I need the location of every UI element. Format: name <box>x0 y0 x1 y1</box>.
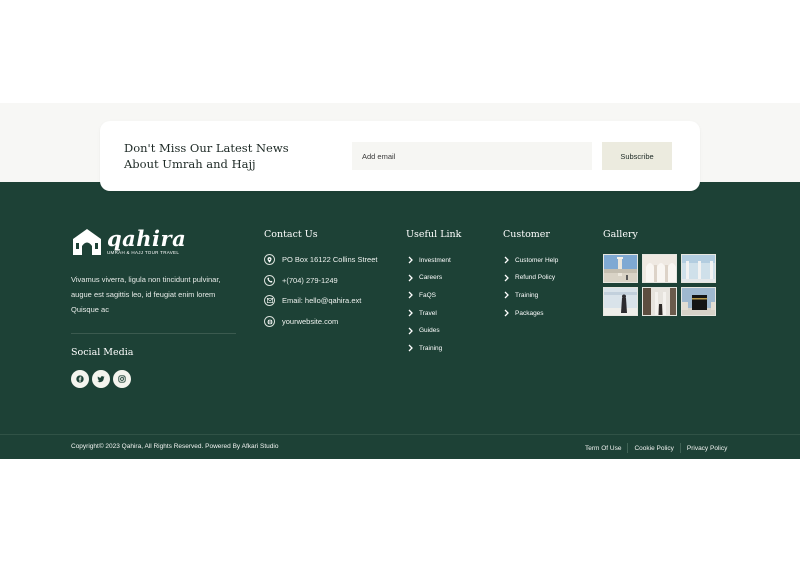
pilgrim-walking-photo <box>604 288 637 315</box>
logo-text: qahira UMRAH & HAJJ TOUR TRAVEL <box>107 225 187 255</box>
logo-name: qahira <box>107 225 187 251</box>
gallery-image-5[interactable] <box>642 287 677 316</box>
courtyard-columns-photo <box>682 255 715 282</box>
copyright-text: Copyright© 2023 Qahira, All Rights Reser… <box>71 443 279 450</box>
chevron-right-icon <box>504 291 509 299</box>
email-input[interactable] <box>352 142 592 170</box>
instagram-link[interactable] <box>113 370 131 388</box>
contact-email-text: Email: hello@qahira.ext <box>282 296 362 306</box>
gallery-grid <box>603 254 716 316</box>
separator <box>627 443 629 453</box>
email-icon <box>266 298 273 304</box>
contact-list: PO Box 16122 Collins Street +(704) 279-1… <box>264 253 377 336</box>
link-refund-policy[interactable]: Refund Policy <box>503 273 558 283</box>
useful-links-title: Useful Link <box>406 229 462 240</box>
link-investment[interactable]: Investment <box>407 255 451 265</box>
footer <box>0 182 800 459</box>
link-guides[interactable]: Guides <box>407 326 451 336</box>
white-arches-photo <box>643 255 676 282</box>
cookie-policy-link[interactable]: Cookie Policy <box>634 445 673 452</box>
contact-address-text: PO Box 16122 Collins Street <box>282 255 378 264</box>
gallery-image-2[interactable] <box>642 254 677 283</box>
link-careers[interactable]: Careers <box>407 273 451 283</box>
gallery-image-1[interactable] <box>603 254 638 283</box>
chevron-right-icon <box>504 309 509 317</box>
about-text: Vivamus viverra, ligula non tincidunt pu… <box>71 275 221 314</box>
link-customer-help[interactable]: Customer Help <box>503 255 558 265</box>
chevron-right-icon <box>408 344 413 352</box>
gallery-title: Gallery <box>603 229 638 240</box>
facebook-icon <box>76 375 84 383</box>
customer-title: Customer <box>503 229 550 240</box>
chevron-right-icon <box>408 327 413 335</box>
contact-email[interactable]: Email: hello@qahira.ext <box>264 294 377 307</box>
chevron-right-icon <box>408 309 413 317</box>
page: Don't Miss Our Latest News About Umrah a… <box>0 0 800 562</box>
twitter-link[interactable] <box>92 370 110 388</box>
mosque-logo-icon <box>73 229 101 255</box>
globe-icon <box>266 318 273 325</box>
contact-phone[interactable]: +(704) 279-1249 <box>264 274 377 287</box>
newsletter-title-line1: Don't Miss Our Latest News <box>124 141 289 155</box>
link-faqs[interactable]: FaQS <box>407 290 451 300</box>
gallery-image-6[interactable] <box>681 287 716 316</box>
instagram-icon <box>118 375 126 383</box>
separator <box>679 443 681 453</box>
gallery-image-4[interactable] <box>603 287 638 316</box>
subscribe-button[interactable]: Subscribe <box>602 142 672 170</box>
facebook-link[interactable] <box>71 370 89 388</box>
link-packages[interactable]: Packages <box>503 308 558 318</box>
contact-title: Contact Us <box>264 229 318 240</box>
chevron-right-icon <box>408 291 413 299</box>
contact-address: PO Box 16122 Collins Street <box>264 253 377 266</box>
term-of-use-link[interactable]: Term Of Use <box>585 445 621 452</box>
newsletter-title-line2: About Umrah and Hajj <box>124 157 256 171</box>
twitter-icon <box>97 376 105 383</box>
privacy-policy-link[interactable]: Privacy Policy <box>687 445 727 452</box>
logo-tagline: UMRAH & HAJJ TOUR TRAVEL <box>107 249 180 255</box>
customer-links-list: Customer Help Refund Policy Training Pac… <box>503 255 558 326</box>
link-training[interactable]: Training <box>407 343 451 353</box>
mosque-tower-photo <box>604 255 637 282</box>
contact-website-text: yourwebsite.com <box>282 317 339 327</box>
marble-hall-photo <box>643 288 676 315</box>
contact-phone-text: +(704) 279-1249 <box>282 275 338 285</box>
chevron-right-icon <box>408 274 413 282</box>
chevron-right-icon <box>504 256 509 264</box>
newsletter-card: Don't Miss Our Latest News About Umrah a… <box>100 121 700 191</box>
contact-website[interactable]: yourwebsite.com <box>264 315 377 328</box>
gallery-image-3[interactable] <box>681 254 716 283</box>
social-media-title: Social Media <box>71 347 134 358</box>
divider <box>71 333 236 334</box>
useful-links-list: Investment Careers FaQS Travel Guides Tr… <box>407 255 451 361</box>
phone-icon <box>266 277 273 283</box>
chevron-right-icon <box>408 256 413 264</box>
location-pin-icon <box>267 256 272 263</box>
link-customer-training[interactable]: Training <box>503 290 558 300</box>
footer-bottom-links: Term Of Use Cookie Policy Privacy Policy <box>585 443 727 453</box>
logo[interactable]: qahira UMRAH & HAJJ TOUR TRAVEL <box>71 226 186 256</box>
kaaba-photo <box>682 288 715 315</box>
link-travel[interactable]: Travel <box>407 308 451 318</box>
social-links <box>71 370 131 388</box>
newsletter-title: Don't Miss Our Latest News About Umrah a… <box>124 140 304 172</box>
chevron-right-icon <box>504 274 509 282</box>
footer-divider <box>0 434 800 435</box>
